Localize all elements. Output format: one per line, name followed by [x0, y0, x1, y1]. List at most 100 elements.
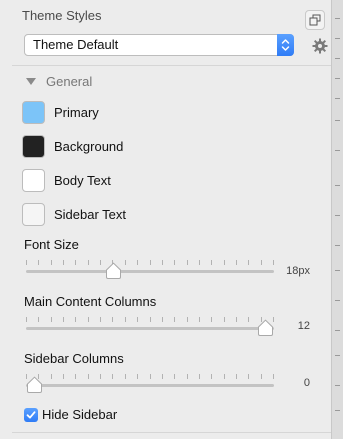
color-label: Background [54, 138, 124, 154]
color-label: Body Text [54, 172, 111, 188]
slider-tick [236, 260, 237, 265]
slider-tick [137, 374, 138, 379]
body-text-color-swatch[interactable] [22, 168, 45, 192]
slider-knob[interactable] [105, 262, 122, 280]
theme-styles-panel: Theme Styles Theme Default General Prima… [0, 0, 331, 439]
primary-color-swatch[interactable] [22, 100, 45, 124]
slider-tick [211, 317, 212, 322]
hide-sidebar-checkbox[interactable] [24, 407, 38, 422]
background-window-edge [331, 0, 343, 439]
slider-tick [236, 374, 237, 379]
slider-tick [199, 374, 200, 379]
color-label: Primary [54, 104, 99, 120]
slider-tick [150, 374, 151, 379]
hide-sidebar-row[interactable]: Hide Sidebar [24, 407, 117, 422]
slider-tick [199, 317, 200, 322]
font-size-value: 18px [286, 265, 310, 277]
slider-track [26, 384, 274, 387]
slider-tick [63, 260, 64, 265]
slider-tick [51, 374, 52, 379]
divider [12, 432, 331, 433]
slider-tick [150, 317, 151, 322]
slider-tick [199, 260, 200, 265]
theme-select-value: Theme Default [33, 37, 119, 52]
sidebar-columns-value: 0 [303, 377, 310, 389]
slider-tick [26, 260, 27, 265]
slider-knob[interactable] [257, 319, 274, 337]
sidebar-columns-slider[interactable] [26, 374, 274, 398]
slider-tick [26, 317, 27, 322]
slider-tick [38, 317, 39, 322]
slider-tick [51, 317, 52, 322]
slider-tick [261, 260, 262, 265]
font-size-label: Font Size [24, 237, 79, 252]
slider-tick [88, 374, 89, 379]
slider-tick [162, 260, 163, 265]
slider-tick [162, 317, 163, 322]
gear-icon[interactable] [311, 37, 329, 55]
slider-tick [224, 374, 225, 379]
slider-tick [88, 260, 89, 265]
slider-tick [75, 317, 76, 322]
section-label: General [46, 74, 93, 89]
slider-tick [187, 260, 188, 265]
slider-tick [125, 317, 126, 322]
disclosure-triangle-icon [26, 78, 36, 85]
slider-tick [51, 260, 52, 265]
slider-tick [236, 317, 237, 322]
slider-tick [150, 260, 151, 265]
detach-panel-button[interactable] [305, 10, 325, 30]
checkmark-icon [26, 410, 36, 418]
general-section-toggle[interactable]: General [26, 74, 92, 89]
slider-tick [63, 317, 64, 322]
color-row-primary: Primary [22, 100, 99, 124]
slider-tick [187, 317, 188, 322]
slider-tick [125, 374, 126, 379]
slider-tick [273, 374, 274, 379]
slider-tick [162, 374, 163, 379]
slider-tick [125, 260, 126, 265]
slider-tick [75, 374, 76, 379]
sidebar-columns-label: Sidebar Columns [24, 351, 124, 366]
main-content-columns-value: 12 [297, 320, 310, 332]
slider-tick [261, 374, 262, 379]
sidebar-text-color-swatch[interactable] [22, 202, 45, 226]
slider-tick [174, 317, 175, 322]
slider-tick [248, 260, 249, 265]
color-label: Sidebar Text [54, 206, 127, 222]
theme-select[interactable]: Theme Default [24, 34, 294, 56]
slider-tick [137, 260, 138, 265]
slider-tick [224, 317, 225, 322]
slider-tick [75, 260, 76, 265]
font-size-slider[interactable] [26, 260, 274, 284]
slider-tick [211, 260, 212, 265]
slider-tick [174, 260, 175, 265]
updown-chevron-icon [277, 34, 294, 56]
panel-title: Theme Styles [22, 8, 102, 23]
slider-tick [224, 260, 225, 265]
slider-tick [174, 374, 175, 379]
color-row-sidebar-text: Sidebar Text [22, 202, 126, 226]
slider-tick [248, 374, 249, 379]
color-row-body-text: Body Text [22, 168, 111, 192]
slider-knob[interactable] [26, 376, 43, 394]
hide-sidebar-label: Hide Sidebar [42, 407, 118, 422]
slider-tick [88, 317, 89, 322]
slider-tick [187, 374, 188, 379]
divider [12, 65, 331, 66]
slider-tick [211, 374, 212, 379]
slider-tick [38, 260, 39, 265]
slider-tick [248, 317, 249, 322]
slider-tick [137, 317, 138, 322]
background-color-swatch[interactable] [22, 134, 45, 158]
window-icon [309, 14, 321, 26]
color-row-background: Background [22, 134, 123, 158]
slider-tick [273, 260, 274, 265]
slider-tick [100, 374, 101, 379]
slider-track [26, 327, 274, 330]
main-content-columns-label: Main Content Columns [24, 294, 157, 309]
main-content-columns-slider[interactable] [26, 317, 274, 341]
slider-tick [100, 260, 101, 265]
slider-tick [112, 317, 113, 322]
slider-tick [63, 374, 64, 379]
